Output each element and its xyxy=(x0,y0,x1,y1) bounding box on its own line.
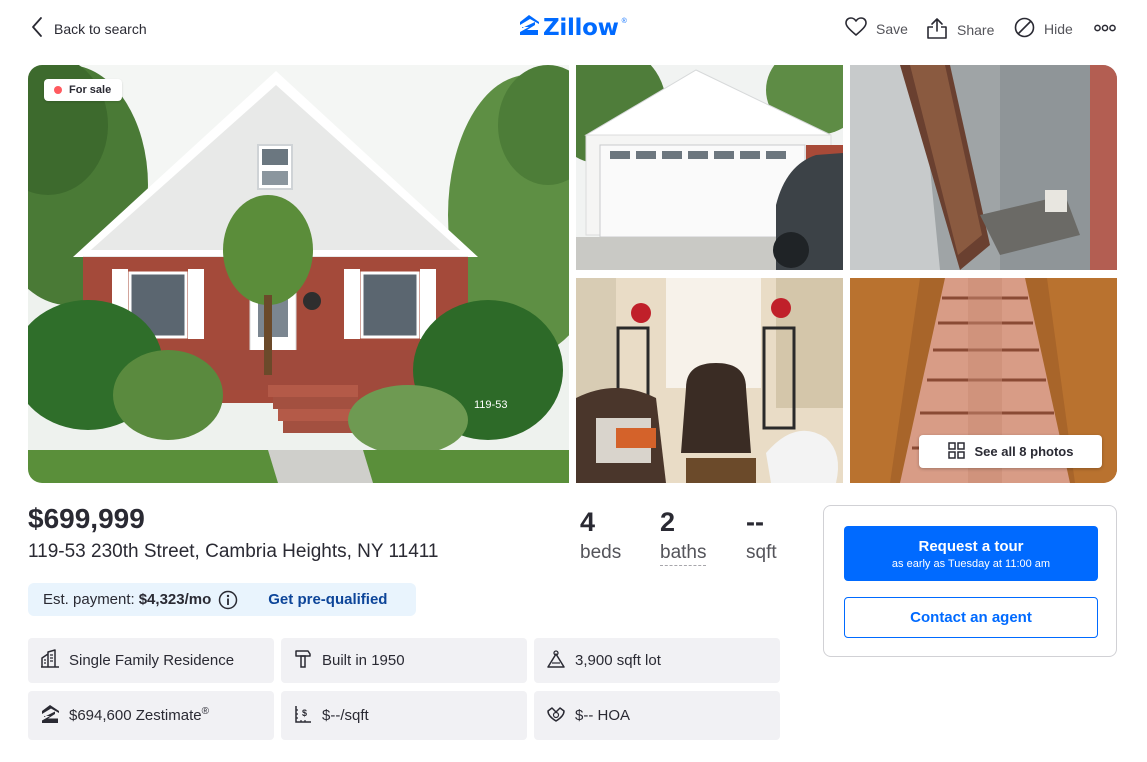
request-tour-sublabel: as early as Tuesday at 11:00 am xyxy=(891,557,1051,570)
hide-label: Hide xyxy=(1044,21,1073,37)
hoa-hands-icon xyxy=(546,704,566,728)
beds-value: 4 xyxy=(580,507,596,537)
contact-agent-button[interactable]: Contact an agent xyxy=(844,597,1098,638)
more-dots-icon xyxy=(1094,20,1116,38)
baths-label[interactable]: baths xyxy=(660,542,707,566)
baths-stat[interactable]: 2 baths xyxy=(660,506,707,566)
sqft-label: sqft xyxy=(746,542,777,563)
contact-card: Request a tour as early as Tuesday at 11… xyxy=(823,505,1117,657)
hammer-icon xyxy=(293,649,313,673)
main-house-photo[interactable]: 119-53 xyxy=(28,65,569,483)
share-icon xyxy=(926,17,948,42)
fact-year-built-label: Built in 1950 xyxy=(322,652,405,669)
save-button[interactable]: Save xyxy=(845,17,908,40)
info-icon[interactable] xyxy=(218,590,238,610)
more-options-button[interactable] xyxy=(1094,17,1116,41)
est-payment-label: Est. payment: xyxy=(43,591,135,608)
back-to-search-link[interactable]: Back to search xyxy=(30,16,147,43)
fact-price-per-sqft-label: $--/sqft xyxy=(322,707,369,724)
fact-year-built: Built in 1950 xyxy=(281,638,527,683)
beds-stat: 4 beds xyxy=(580,506,621,564)
side-door-photo[interactable] xyxy=(850,65,1117,270)
grid-icon xyxy=(947,441,965,462)
zillow-z-icon xyxy=(518,14,540,41)
see-all-photos-label: See all 8 photos xyxy=(974,444,1074,459)
zestimate-z-icon xyxy=(40,704,60,728)
fact-zestimate-label: $694,600 Zestimate® xyxy=(69,706,209,725)
fact-hoa-label: $-- HOA xyxy=(575,707,631,724)
house-number-sign: 119-53 xyxy=(474,399,507,411)
fact-lot-size-label: 3,900 sqft lot xyxy=(575,652,661,669)
fact-zestimate[interactable]: $694,600 Zestimate® xyxy=(28,691,274,740)
hide-circle-slash-icon xyxy=(1014,17,1035,41)
estimated-payment-bar: Est. payment: $4,323/mo Get pre-qualifie… xyxy=(28,583,416,616)
listing-price: $699,999 xyxy=(28,503,145,534)
zillow-logo[interactable]: Zillow ® xyxy=(518,14,627,41)
building-icon xyxy=(40,648,60,673)
fact-price-per-sqft: $ $--/sqft xyxy=(281,691,527,740)
listing-address: 119-53 230th Street, Cambria Heights, NY… xyxy=(28,541,439,562)
back-to-search-label: Back to search xyxy=(54,21,147,37)
heart-icon xyxy=(845,17,867,40)
est-payment-value: $4,323/mo xyxy=(138,591,212,608)
lot-ruler-icon xyxy=(546,649,566,673)
zillow-logo-registered: ® xyxy=(621,18,627,25)
share-button[interactable]: Share xyxy=(926,17,994,42)
hide-button[interactable]: Hide xyxy=(1014,17,1073,41)
for-sale-badge: For sale xyxy=(44,79,123,101)
living-room-photo[interactable] xyxy=(576,278,843,483)
zestimate-text: $694,600 Zestimate xyxy=(69,707,202,724)
garage-photo[interactable] xyxy=(576,65,843,270)
zestimate-registered: ® xyxy=(201,706,209,717)
fact-home-type-label: Single Family Residence xyxy=(69,652,235,669)
request-tour-label: Request a tour xyxy=(918,537,1024,555)
request-tour-button[interactable]: Request a tour as early as Tuesday at 11… xyxy=(844,526,1098,581)
save-label: Save xyxy=(876,20,908,37)
get-pre-qualified-link[interactable]: Get pre-qualified xyxy=(268,591,387,608)
sqft-value: -- xyxy=(746,507,764,537)
beds-label: beds xyxy=(580,542,622,563)
share-label: Share xyxy=(957,21,995,38)
zillow-logo-text: Zillow xyxy=(543,14,619,41)
svg-text:$: $ xyxy=(302,708,307,718)
for-sale-label: For sale xyxy=(69,84,112,96)
status-dot-icon xyxy=(54,86,62,94)
baths-value: 2 xyxy=(660,507,676,537)
fact-lot-size: 3,900 sqft lot xyxy=(534,638,780,683)
price-per-sqft-icon: $ xyxy=(293,704,313,728)
see-all-photos-button[interactable]: See all 8 photos xyxy=(919,435,1102,468)
fact-home-type: Single Family Residence xyxy=(28,638,274,683)
chevron-left-icon xyxy=(30,16,44,43)
sqft-stat: -- sqft xyxy=(746,506,777,564)
fact-hoa: $-- HOA xyxy=(534,691,780,740)
